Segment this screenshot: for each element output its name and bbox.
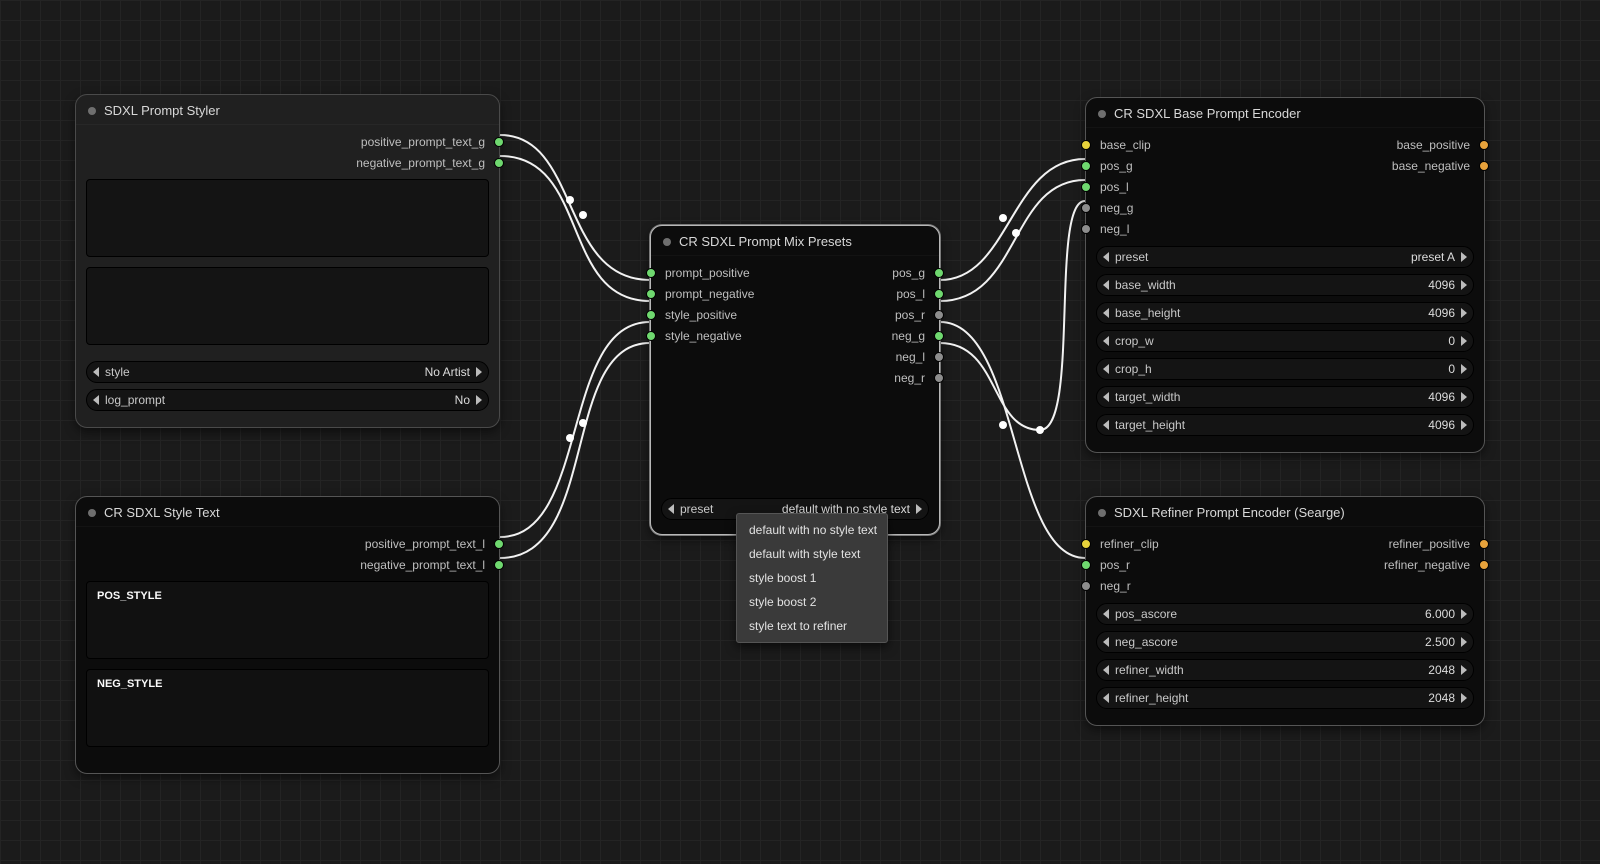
node-cr-sdxl-style-text[interactable]: CR SDXL Style Text positive_prompt_text_… — [75, 496, 500, 774]
title-text: CR SDXL Style Text — [104, 505, 220, 520]
chevron-right-icon[interactable] — [1461, 609, 1467, 619]
text-input-neg-style[interactable]: NEG_STYLE — [86, 669, 489, 747]
title-text: CR SDXL Prompt Mix Presets — [679, 234, 852, 249]
input-socket[interactable] — [1081, 539, 1091, 549]
node-title[interactable]: CR SDXL Style Text — [76, 497, 499, 527]
chevron-right-icon[interactable] — [1461, 693, 1467, 703]
output-socket[interactable] — [1479, 140, 1489, 150]
output-label: negative_prompt_text_l — [360, 558, 485, 572]
input-socket[interactable] — [1081, 161, 1091, 171]
node-sdxl-refiner-prompt-encoder[interactable]: SDXL Refiner Prompt Encoder (Searge) ref… — [1085, 496, 1485, 726]
output-socket[interactable] — [1479, 161, 1489, 171]
chevron-right-icon[interactable] — [1461, 364, 1467, 374]
node-title[interactable]: SDXL Refiner Prompt Encoder (Searge) — [1086, 497, 1484, 527]
output-socket[interactable] — [494, 137, 504, 147]
chevron-right-icon[interactable] — [1461, 392, 1467, 402]
chevron-right-icon[interactable] — [1461, 637, 1467, 647]
selector-neg_ascore[interactable]: neg_ascore2.500 — [1096, 631, 1474, 653]
node-cr-sdxl-base-prompt-encoder[interactable]: CR SDXL Base Prompt Encoder base_clip po… — [1085, 97, 1485, 453]
title-text: SDXL Refiner Prompt Encoder (Searge) — [1114, 505, 1345, 520]
chevron-right-icon[interactable] — [916, 504, 922, 514]
selector-crop_w[interactable]: crop_w0 — [1096, 330, 1474, 352]
chevron-right-icon[interactable] — [1461, 336, 1467, 346]
collapse-icon[interactable] — [663, 238, 671, 246]
output-socket[interactable] — [494, 560, 504, 570]
text-input[interactable] — [86, 267, 489, 345]
output-socket[interactable] — [934, 268, 944, 278]
collapse-icon[interactable] — [1098, 110, 1106, 118]
selector-base_width[interactable]: base_width4096 — [1096, 274, 1474, 296]
chevron-right-icon[interactable] — [476, 367, 482, 377]
chevron-right-icon[interactable] — [1461, 252, 1467, 262]
output-socket[interactable] — [934, 331, 944, 341]
input-socket[interactable] — [1081, 203, 1091, 213]
output-label: negative_prompt_text_g — [356, 156, 485, 170]
menu-item[interactable]: style boost 2 — [737, 590, 887, 614]
selector-base_height[interactable]: base_height4096 — [1096, 302, 1474, 324]
output-label: positive_prompt_text_g — [361, 135, 485, 149]
selector-target_height[interactable]: target_height4096 — [1096, 414, 1474, 436]
text-input[interactable] — [86, 179, 489, 257]
output-socket[interactable] — [494, 539, 504, 549]
node-title[interactable]: SDXL Prompt Styler — [76, 95, 499, 125]
input-socket[interactable] — [646, 310, 656, 320]
node-cr-sdxl-prompt-mix-presets[interactable]: CR SDXL Prompt Mix Presets prompt_positi… — [650, 225, 940, 535]
output-label: positive_prompt_text_l — [365, 537, 485, 551]
title-text: CR SDXL Base Prompt Encoder — [1114, 106, 1301, 121]
output-socket[interactable] — [494, 158, 504, 168]
collapse-icon[interactable] — [88, 509, 96, 517]
node-title[interactable]: CR SDXL Prompt Mix Presets — [651, 226, 939, 256]
output-socket[interactable] — [1479, 560, 1489, 570]
menu-item[interactable]: default with style text — [737, 542, 887, 566]
title-text: SDXL Prompt Styler — [104, 103, 220, 118]
preset-dropdown-menu[interactable]: default with no style text default with … — [736, 513, 888, 643]
text-input-pos-style[interactable]: POS_STYLE — [86, 581, 489, 659]
selector-target_width[interactable]: target_width4096 — [1096, 386, 1474, 408]
input-socket[interactable] — [1081, 224, 1091, 234]
selector-refiner_width[interactable]: refiner_width2048 — [1096, 659, 1474, 681]
selector-preset[interactable]: presetpreset A — [1096, 246, 1474, 268]
output-socket[interactable] — [934, 352, 944, 362]
selector-style[interactable]: style No Artist — [86, 361, 489, 383]
output-socket[interactable] — [934, 289, 944, 299]
collapse-icon[interactable] — [88, 107, 96, 115]
selector-pos_ascore[interactable]: pos_ascore6.000 — [1096, 603, 1474, 625]
menu-item[interactable]: default with no style text — [737, 518, 887, 542]
chevron-right-icon[interactable] — [1461, 420, 1467, 430]
input-socket[interactable] — [1081, 140, 1091, 150]
menu-item[interactable]: style text to refiner — [737, 614, 887, 638]
chevron-right-icon[interactable] — [1461, 280, 1467, 290]
selector-refiner_height[interactable]: refiner_height2048 — [1096, 687, 1474, 709]
input-socket[interactable] — [646, 331, 656, 341]
input-socket[interactable] — [646, 268, 656, 278]
input-socket[interactable] — [1081, 581, 1091, 591]
node-title[interactable]: CR SDXL Base Prompt Encoder — [1086, 98, 1484, 128]
output-socket[interactable] — [1479, 539, 1489, 549]
output-socket[interactable] — [934, 373, 944, 383]
selector-log-prompt[interactable]: log_prompt No — [86, 389, 489, 411]
chevron-right-icon[interactable] — [1461, 308, 1467, 318]
chevron-right-icon[interactable] — [1461, 665, 1467, 675]
input-socket[interactable] — [1081, 560, 1091, 570]
input-socket[interactable] — [646, 289, 656, 299]
menu-item[interactable]: style boost 1 — [737, 566, 887, 590]
selector-crop_h[interactable]: crop_h0 — [1096, 358, 1474, 380]
output-socket[interactable] — [934, 310, 944, 320]
node-sdxl-prompt-styler[interactable]: SDXL Prompt Styler positive_prompt_text_… — [75, 94, 500, 428]
input-socket[interactable] — [1081, 182, 1091, 192]
chevron-right-icon[interactable] — [476, 395, 482, 405]
collapse-icon[interactable] — [1098, 509, 1106, 517]
